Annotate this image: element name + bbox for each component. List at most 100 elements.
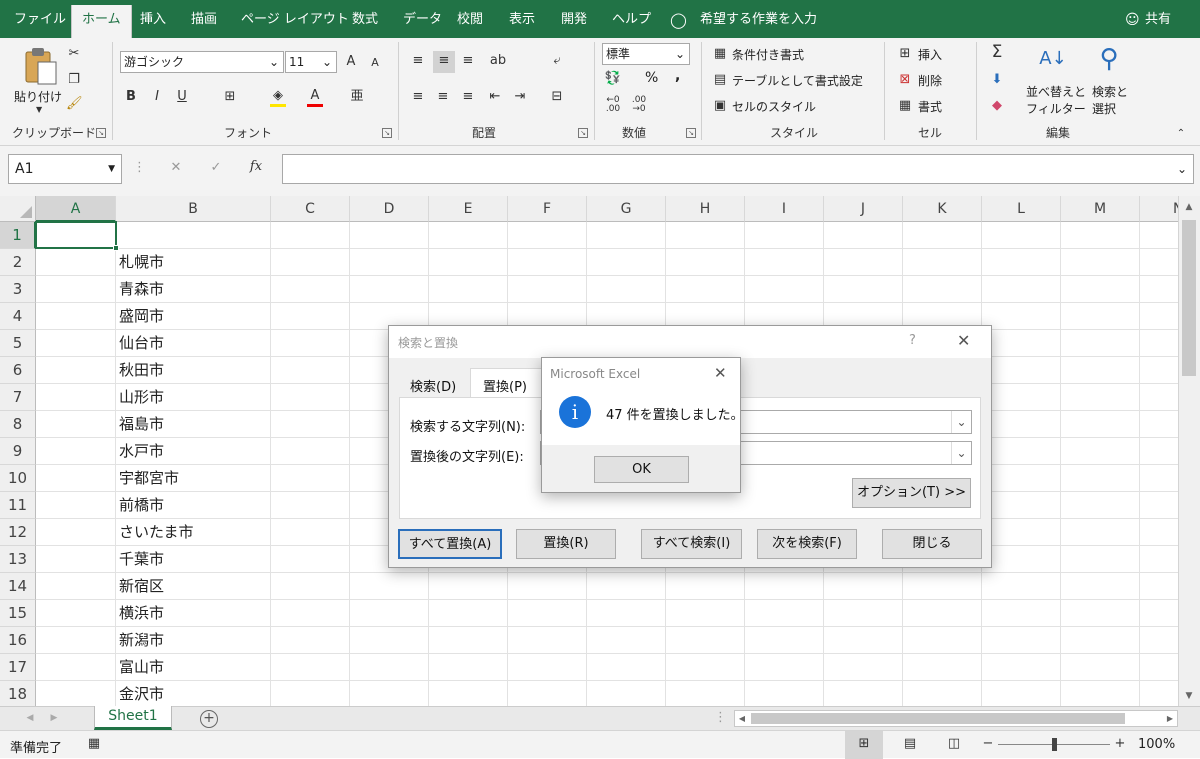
font-color-icon[interactable]: A bbox=[307, 88, 323, 107]
clear-icon[interactable]: ◆ bbox=[988, 98, 1006, 114]
tab-developer[interactable]: 開発 bbox=[561, 0, 587, 38]
tab-formulas[interactable]: 数式 bbox=[352, 0, 378, 38]
decrease-indent-icon[interactable]: ⇤ bbox=[487, 89, 503, 105]
column-header-m[interactable]: M bbox=[1061, 196, 1140, 222]
row-header-14[interactable]: 14 bbox=[0, 573, 36, 600]
row-header-3[interactable]: 3 bbox=[0, 276, 36, 303]
column-header-j[interactable]: J bbox=[824, 196, 903, 222]
replace-button[interactable]: 置換(R) bbox=[516, 529, 616, 559]
column-header-n[interactable]: N bbox=[1140, 196, 1178, 222]
column-header-b[interactable]: B bbox=[116, 196, 271, 222]
cell-b16[interactable]: 新潟市 bbox=[119, 627, 164, 654]
row-header-16[interactable]: 16 bbox=[0, 627, 36, 654]
sort-filter-button[interactable]: 並べ替えと bbox=[1026, 83, 1086, 100]
page-layout-view-icon[interactable]: ▤ bbox=[902, 736, 918, 752]
column-header-k[interactable]: K bbox=[903, 196, 982, 222]
options-button[interactable]: オプション(T) >> bbox=[852, 478, 971, 508]
italic-icon[interactable]: I bbox=[150, 89, 164, 105]
close-icon[interactable]: ✕ bbox=[714, 364, 727, 382]
borders-icon[interactable]: ⊞ bbox=[222, 89, 238, 105]
scroll-up-icon[interactable]: ▲ bbox=[1181, 199, 1197, 215]
row-header-2[interactable]: 2 bbox=[0, 249, 36, 276]
font-size-select[interactable]: 11 ⌄ bbox=[285, 51, 337, 73]
zoom-slider-thumb[interactable] bbox=[1052, 738, 1057, 751]
row-header-6[interactable]: 6 bbox=[0, 357, 36, 384]
scroll-down-icon[interactable]: ▼ bbox=[1181, 688, 1197, 704]
column-header-a[interactable]: A bbox=[36, 196, 116, 222]
column-header-h[interactable]: H bbox=[666, 196, 745, 222]
phonetic-icon[interactable]: 亜 bbox=[350, 89, 364, 105]
zoom-out-icon[interactable]: − bbox=[982, 736, 994, 752]
enter-icon[interactable]: ✓ bbox=[208, 160, 224, 176]
column-header-f[interactable]: F bbox=[508, 196, 587, 222]
row-header-11[interactable]: 11 bbox=[0, 492, 36, 519]
row-header-13[interactable]: 13 bbox=[0, 546, 36, 573]
increase-indent-icon[interactable]: ⇥ bbox=[512, 89, 528, 105]
cell-b4[interactable]: 盛岡市 bbox=[119, 303, 164, 330]
close-button[interactable]: 閉じる bbox=[882, 529, 982, 559]
formula-input[interactable]: ⌄ bbox=[282, 154, 1194, 184]
increase-decimal-icon[interactable]: ←0.00 bbox=[604, 96, 622, 114]
vertical-scrollbar[interactable]: ▲ ▼ bbox=[1178, 196, 1200, 706]
zoom-level[interactable]: 100% bbox=[1138, 737, 1175, 752]
selected-cell-a1[interactable] bbox=[35, 221, 119, 251]
tab-draw[interactable]: 描画 bbox=[191, 0, 217, 38]
align-bottom-icon[interactable]: ≡ bbox=[460, 53, 476, 69]
tab-review[interactable]: 校閲 bbox=[457, 0, 483, 38]
horizontal-scrollbar[interactable]: ◀ ▶ bbox=[734, 710, 1178, 727]
find-all-button[interactable]: すべて検索(I) bbox=[641, 529, 742, 559]
fill-icon[interactable]: ⬇ bbox=[988, 72, 1006, 88]
column-header-i[interactable]: I bbox=[745, 196, 824, 222]
cell-b18[interactable]: 金沢市 bbox=[119, 681, 164, 706]
tab-home[interactable]: ホーム bbox=[71, 5, 132, 38]
ok-button[interactable]: OK bbox=[594, 456, 689, 483]
scroll-left-icon[interactable]: ◀ bbox=[735, 711, 749, 727]
normal-view-button[interactable]: ⊞ bbox=[845, 731, 883, 759]
autosum-icon[interactable]: Σ bbox=[988, 44, 1006, 61]
row-header-8[interactable]: 8 bbox=[0, 411, 36, 438]
cancel-icon[interactable]: ✕ bbox=[168, 160, 184, 176]
row-header-1[interactable]: 1 bbox=[0, 222, 36, 249]
cut-icon[interactable]: ✂ bbox=[66, 46, 82, 62]
orientation-icon[interactable]: ab bbox=[488, 53, 508, 69]
tab-view[interactable]: 表示 bbox=[509, 0, 535, 38]
cell-b8[interactable]: 福島市 bbox=[119, 411, 164, 438]
name-box[interactable]: A1 ▼ bbox=[8, 154, 122, 184]
cell-b12[interactable]: さいたま市 bbox=[119, 519, 194, 546]
insert-cells-button[interactable]: 挿入 bbox=[918, 46, 942, 63]
tab-file[interactable]: ファイル bbox=[14, 0, 66, 38]
column-header-c[interactable]: C bbox=[271, 196, 350, 222]
cell-b11[interactable]: 前橋市 bbox=[119, 492, 164, 519]
align-top-icon[interactable]: ≡ bbox=[410, 53, 426, 69]
align-center-icon[interactable]: ≡ bbox=[435, 89, 451, 105]
help-button[interactable]: ? bbox=[909, 333, 916, 348]
align-left-icon[interactable]: ≡ bbox=[410, 89, 426, 105]
cell-b5[interactable]: 仙台市 bbox=[119, 330, 164, 357]
column-header-g[interactable]: G bbox=[587, 196, 666, 222]
grow-font-icon[interactable]: A bbox=[344, 54, 358, 70]
shrink-font-icon[interactable]: A bbox=[368, 55, 382, 71]
align-right-icon[interactable]: ≡ bbox=[460, 89, 476, 105]
conditional-formatting-button[interactable]: 条件付き書式 bbox=[732, 46, 804, 63]
chevron-down-icon[interactable]: ⌄ bbox=[951, 411, 971, 433]
page-break-view-icon[interactable]: ◫ bbox=[946, 736, 962, 752]
close-icon[interactable]: ✕ bbox=[957, 331, 970, 350]
cell-b15[interactable]: 横浜市 bbox=[119, 600, 164, 627]
scroll-thumb[interactable] bbox=[1182, 220, 1196, 376]
clipboard-launcher-icon[interactable]: ↘ bbox=[96, 128, 106, 138]
bold-icon[interactable]: B bbox=[124, 89, 138, 105]
comma-button[interactable]: , bbox=[675, 68, 680, 84]
column-header-e[interactable]: E bbox=[429, 196, 508, 222]
select-all-corner[interactable] bbox=[0, 196, 36, 222]
format-as-table-button[interactable]: テーブルとして書式設定 bbox=[732, 72, 863, 89]
underline-icon[interactable]: U bbox=[175, 89, 189, 105]
merge-center-icon[interactable]: ⊟ bbox=[548, 89, 566, 105]
tell-me-box[interactable]: 希望する作業を入力 bbox=[700, 0, 817, 38]
tab-scroll-right-icon[interactable]: ▶ bbox=[48, 710, 60, 726]
tab-insert[interactable]: 挿入 bbox=[140, 0, 166, 38]
replace-all-button[interactable]: すべて置換(A) bbox=[398, 529, 502, 559]
format-painter-icon[interactable]: 🖌 bbox=[66, 96, 83, 112]
macro-record-icon[interactable]: ▦ bbox=[86, 736, 102, 752]
number-launcher-icon[interactable]: ↘ bbox=[686, 128, 696, 138]
fill-color-icon[interactable]: ◈ bbox=[270, 88, 286, 107]
